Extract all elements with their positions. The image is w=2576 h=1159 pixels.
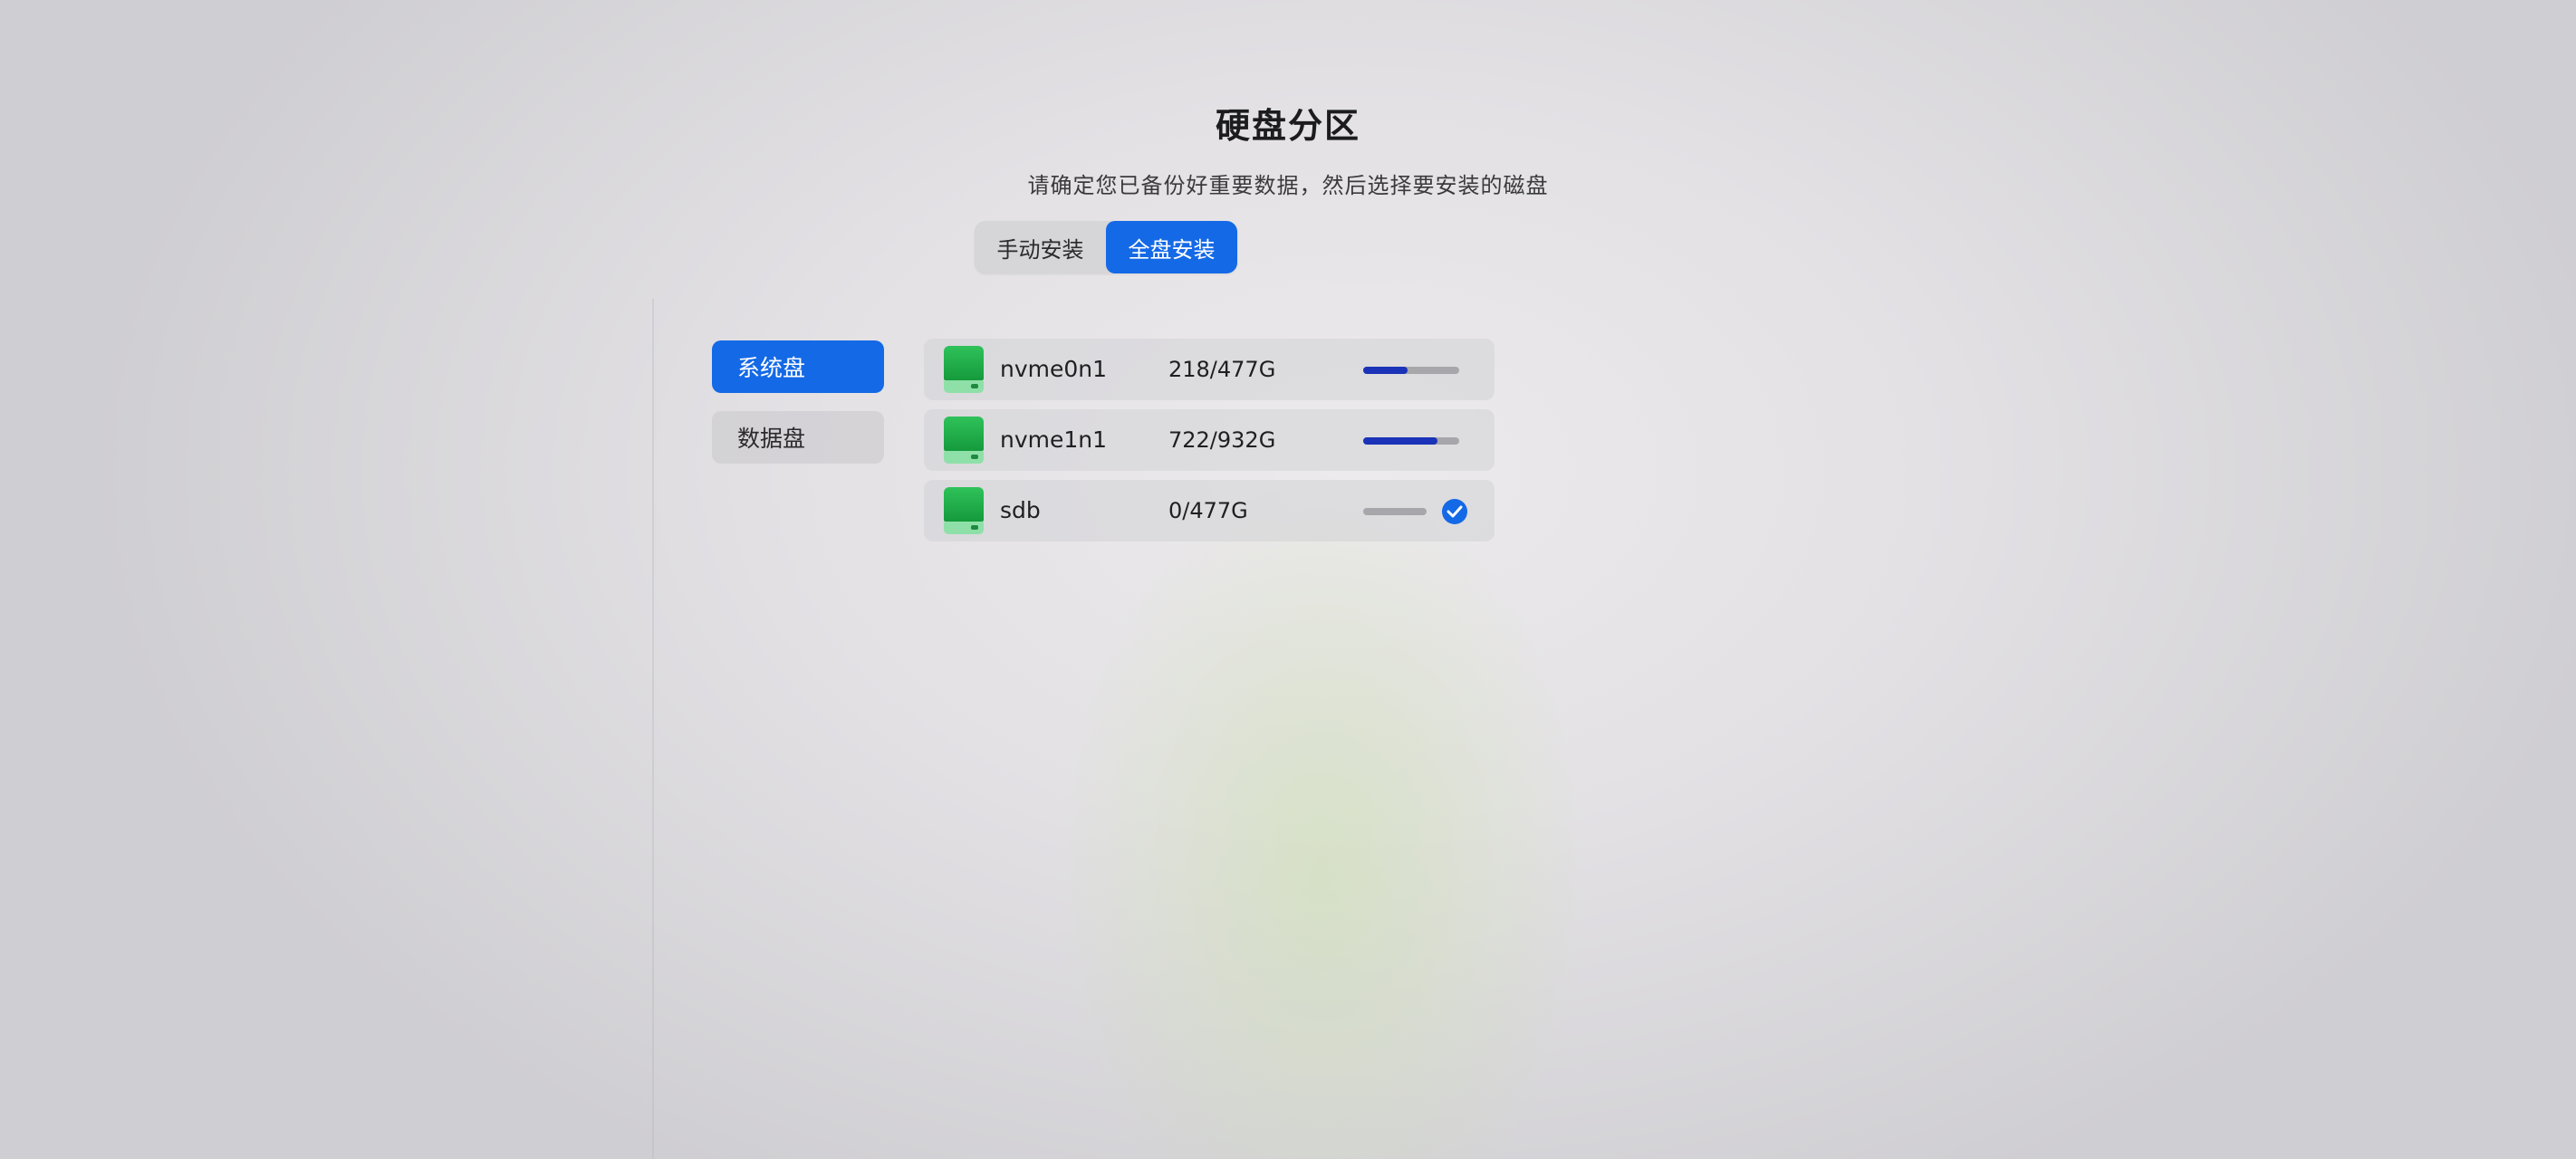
disk-usage-bar xyxy=(1363,508,1427,515)
page-subtitle: 请确定您已备份好重要数据，然后选择要安装的磁盘 xyxy=(1027,173,1549,198)
disk-type-nav: 系统盘 数据盘 xyxy=(712,340,884,482)
disk-name: sdb xyxy=(1000,497,1041,523)
page-title: 硬盘分区 xyxy=(1215,106,1360,146)
manual-install-button[interactable]: 手动安装 xyxy=(975,221,1106,273)
disk-name: nvme1n1 xyxy=(1000,426,1108,453)
disk-usage-fill xyxy=(1363,437,1437,445)
disk-row-nvme0n1[interactable]: nvme0n1 218/477G xyxy=(924,339,1495,400)
sidebar-item-system-disk[interactable]: 系统盘 xyxy=(712,340,884,393)
hard-disk-icon xyxy=(944,487,984,534)
disk-size: 0/477G xyxy=(1168,498,1248,523)
disk-row-nvme1n1[interactable]: nvme1n1 722/932G xyxy=(924,409,1495,471)
install-mode-switch: 手动安装 全盘安装 xyxy=(975,221,1237,273)
disk-size: 722/932G xyxy=(1168,427,1276,453)
disk-name: nvme0n1 xyxy=(1000,356,1108,382)
hard-disk-icon xyxy=(944,417,984,464)
hard-disk-icon xyxy=(944,346,984,393)
full-disk-install-button[interactable]: 全盘安装 xyxy=(1106,221,1237,273)
check-circle-icon[interactable] xyxy=(1442,499,1467,524)
disk-usage-bar xyxy=(1363,437,1459,445)
disk-list: nvme0n1 218/477G nvme1n1 722/932G sdb 0/… xyxy=(924,339,1495,551)
disk-usage-bar xyxy=(1363,367,1459,374)
disk-usage-fill xyxy=(1363,367,1408,374)
disk-size: 218/477G xyxy=(1168,357,1276,382)
sidebar-item-data-disk[interactable]: 数据盘 xyxy=(712,411,884,464)
disk-row-sdb[interactable]: sdb 0/477G xyxy=(924,480,1495,541)
